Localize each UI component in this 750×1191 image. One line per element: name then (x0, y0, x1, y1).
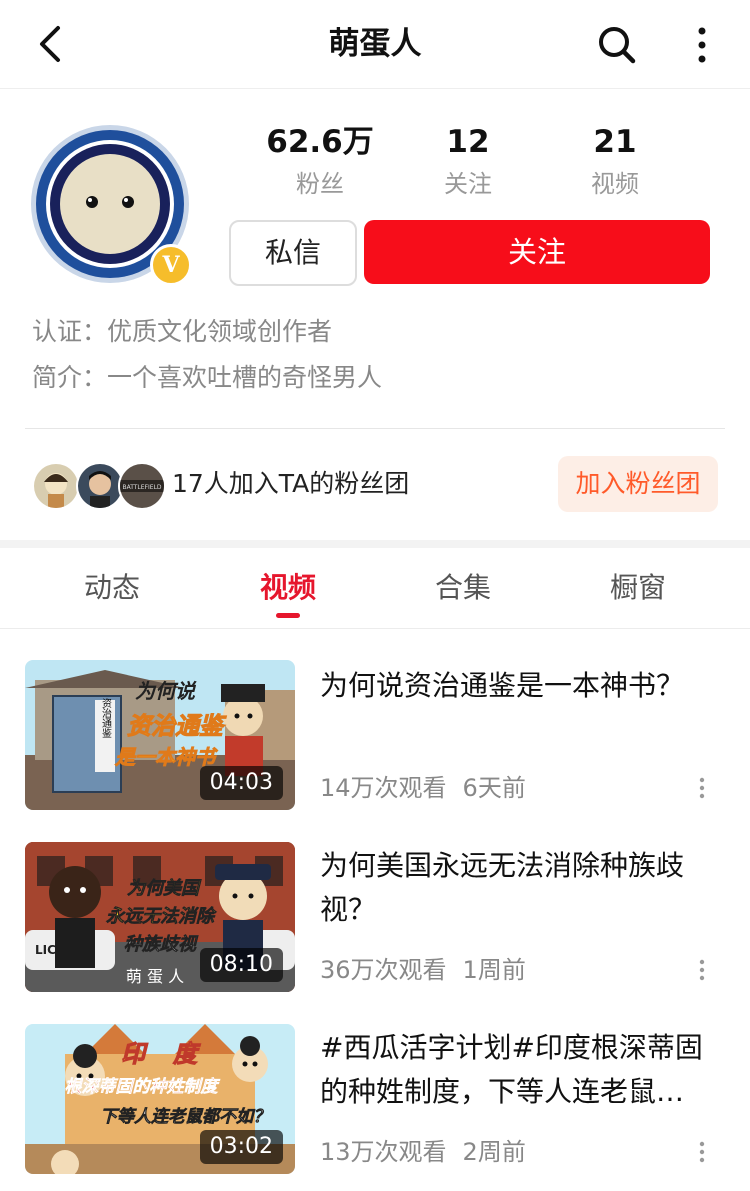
video-item[interactable]: LICE 为何美国 永远无法消除 种族歧视 萌 蛋 人 08:10 为何美国永远… (0, 842, 750, 992)
stat-value: 12 (446, 124, 490, 160)
stat-value: 21 (593, 124, 637, 160)
follow-button[interactable]: 关注 (364, 220, 710, 284)
video-title[interactable]: #西瓜活字计划#印度根深蒂固的种姓制度，下等人连老鼠… (320, 1026, 720, 1114)
tab-showcase[interactable]: 橱窗 (578, 548, 698, 628)
more-vertical-icon[interactable] (692, 1140, 712, 1164)
video-time: 1周前 (462, 956, 526, 984)
active-tab-indicator (276, 613, 300, 618)
video-thumbnail[interactable]: 资治通鉴 为何说 资治通鉴 是一本神书 04:03 (25, 660, 295, 810)
divider (25, 428, 725, 429)
tab-dynamic[interactable]: 动态 (52, 548, 172, 628)
thumb-caption: 资治通鉴 (127, 712, 227, 740)
verification-text: 认证：优质文化领域创作者 (32, 317, 333, 346)
fan-club-row[interactable]: BATTLEFIELD 17人加入TA的粉丝团 加入粉丝团 (0, 452, 750, 516)
fan-avatar: BATTLEFIELD (118, 462, 166, 510)
video-views: 13万次观看 (320, 1138, 447, 1166)
top-bar: 萌蛋人 (0, 0, 750, 89)
video-time: 6天前 (462, 774, 526, 802)
video-title[interactable]: 为何说资治通鉴是一本神书？ (320, 664, 720, 708)
video-thumbnail[interactable]: 印 度 根深蒂固的种姓制度 下等人连老鼠都不如？ 03:02 (25, 1024, 295, 1174)
video-duration: 04:03 (199, 766, 283, 800)
verified-badge-icon: V (150, 244, 192, 286)
video-duration: 08:10 (199, 948, 283, 982)
stat-label: 视频 (591, 170, 639, 198)
video-item[interactable]: 印 度 根深蒂固的种姓制度 下等人连老鼠都不如？ 03:02 #西瓜活字计划#印… (0, 1024, 750, 1174)
thumb-caption: 下等人连老鼠都不如？ (100, 1107, 270, 1127)
more-vertical-icon[interactable] (692, 958, 712, 982)
book-title: 资治通鉴 (100, 698, 112, 738)
video-meta: 36万次观看 1周前 (320, 952, 542, 988)
fan-club-text: 17人加入TA的粉丝团 (172, 469, 410, 498)
tab-collections[interactable]: 合集 (403, 548, 523, 628)
stat-following[interactable]: 12 关注 (398, 120, 538, 202)
thumb-caption: 根深蒂固的种姓制度 (65, 1077, 221, 1097)
stat-fans[interactable]: 62.6万 粉丝 (250, 120, 390, 202)
thumb-caption: 印 (121, 1040, 149, 1068)
video-meta: 13万次观看 2周前 (320, 1134, 542, 1170)
stat-label: 粉丝 (296, 170, 344, 198)
stat-value: 62.6万 (266, 124, 374, 160)
thumb-caption: 是一本神书 (114, 745, 218, 769)
video-views: 14万次观看 (320, 774, 447, 802)
search-icon[interactable] (596, 24, 638, 66)
message-button[interactable]: 私信 (229, 220, 357, 286)
video-time: 2周前 (462, 1138, 526, 1166)
video-item[interactable]: 资治通鉴 为何说 资治通鉴 是一本神书 04:03 为何说资治通鉴是一本神书？ … (0, 660, 750, 810)
video-views: 36万次观看 (320, 956, 447, 984)
video-title[interactable]: 为何美国永远无法消除种族歧视？ (320, 844, 720, 932)
more-vertical-icon[interactable] (684, 24, 720, 66)
fan-avatar (32, 462, 80, 510)
video-meta: 14万次观看 6天前 (320, 770, 542, 806)
bio-text: 简介：一个喜欢吐槽的奇怪男人 (32, 363, 383, 392)
stat-videos[interactable]: 21 视频 (545, 120, 685, 202)
video-duration: 03:02 (199, 1130, 283, 1164)
thumb-caption: 为何美国 (127, 878, 202, 899)
more-vertical-icon[interactable] (692, 776, 712, 800)
join-fan-club-button[interactable]: 加入粉丝团 (558, 456, 718, 512)
thumb-caption: 为何说 (135, 679, 197, 703)
stat-label: 关注 (444, 170, 492, 198)
section-separator (0, 540, 750, 548)
thumb-caption: 度 (172, 1040, 201, 1068)
tab-bar: 动态 视频 合集 橱窗 (0, 548, 750, 629)
video-thumbnail[interactable]: LICE 为何美国 永远无法消除 种族歧视 萌 蛋 人 08:10 (25, 842, 295, 992)
watermark-text: 萌 蛋 人 (126, 967, 184, 986)
thumb-caption: 永远无法消除 (106, 906, 217, 927)
fan-avatar (76, 462, 124, 510)
fan-avatar-text: BATTLEFIELD (122, 484, 161, 491)
thumb-caption: 种族歧视 (124, 934, 199, 955)
